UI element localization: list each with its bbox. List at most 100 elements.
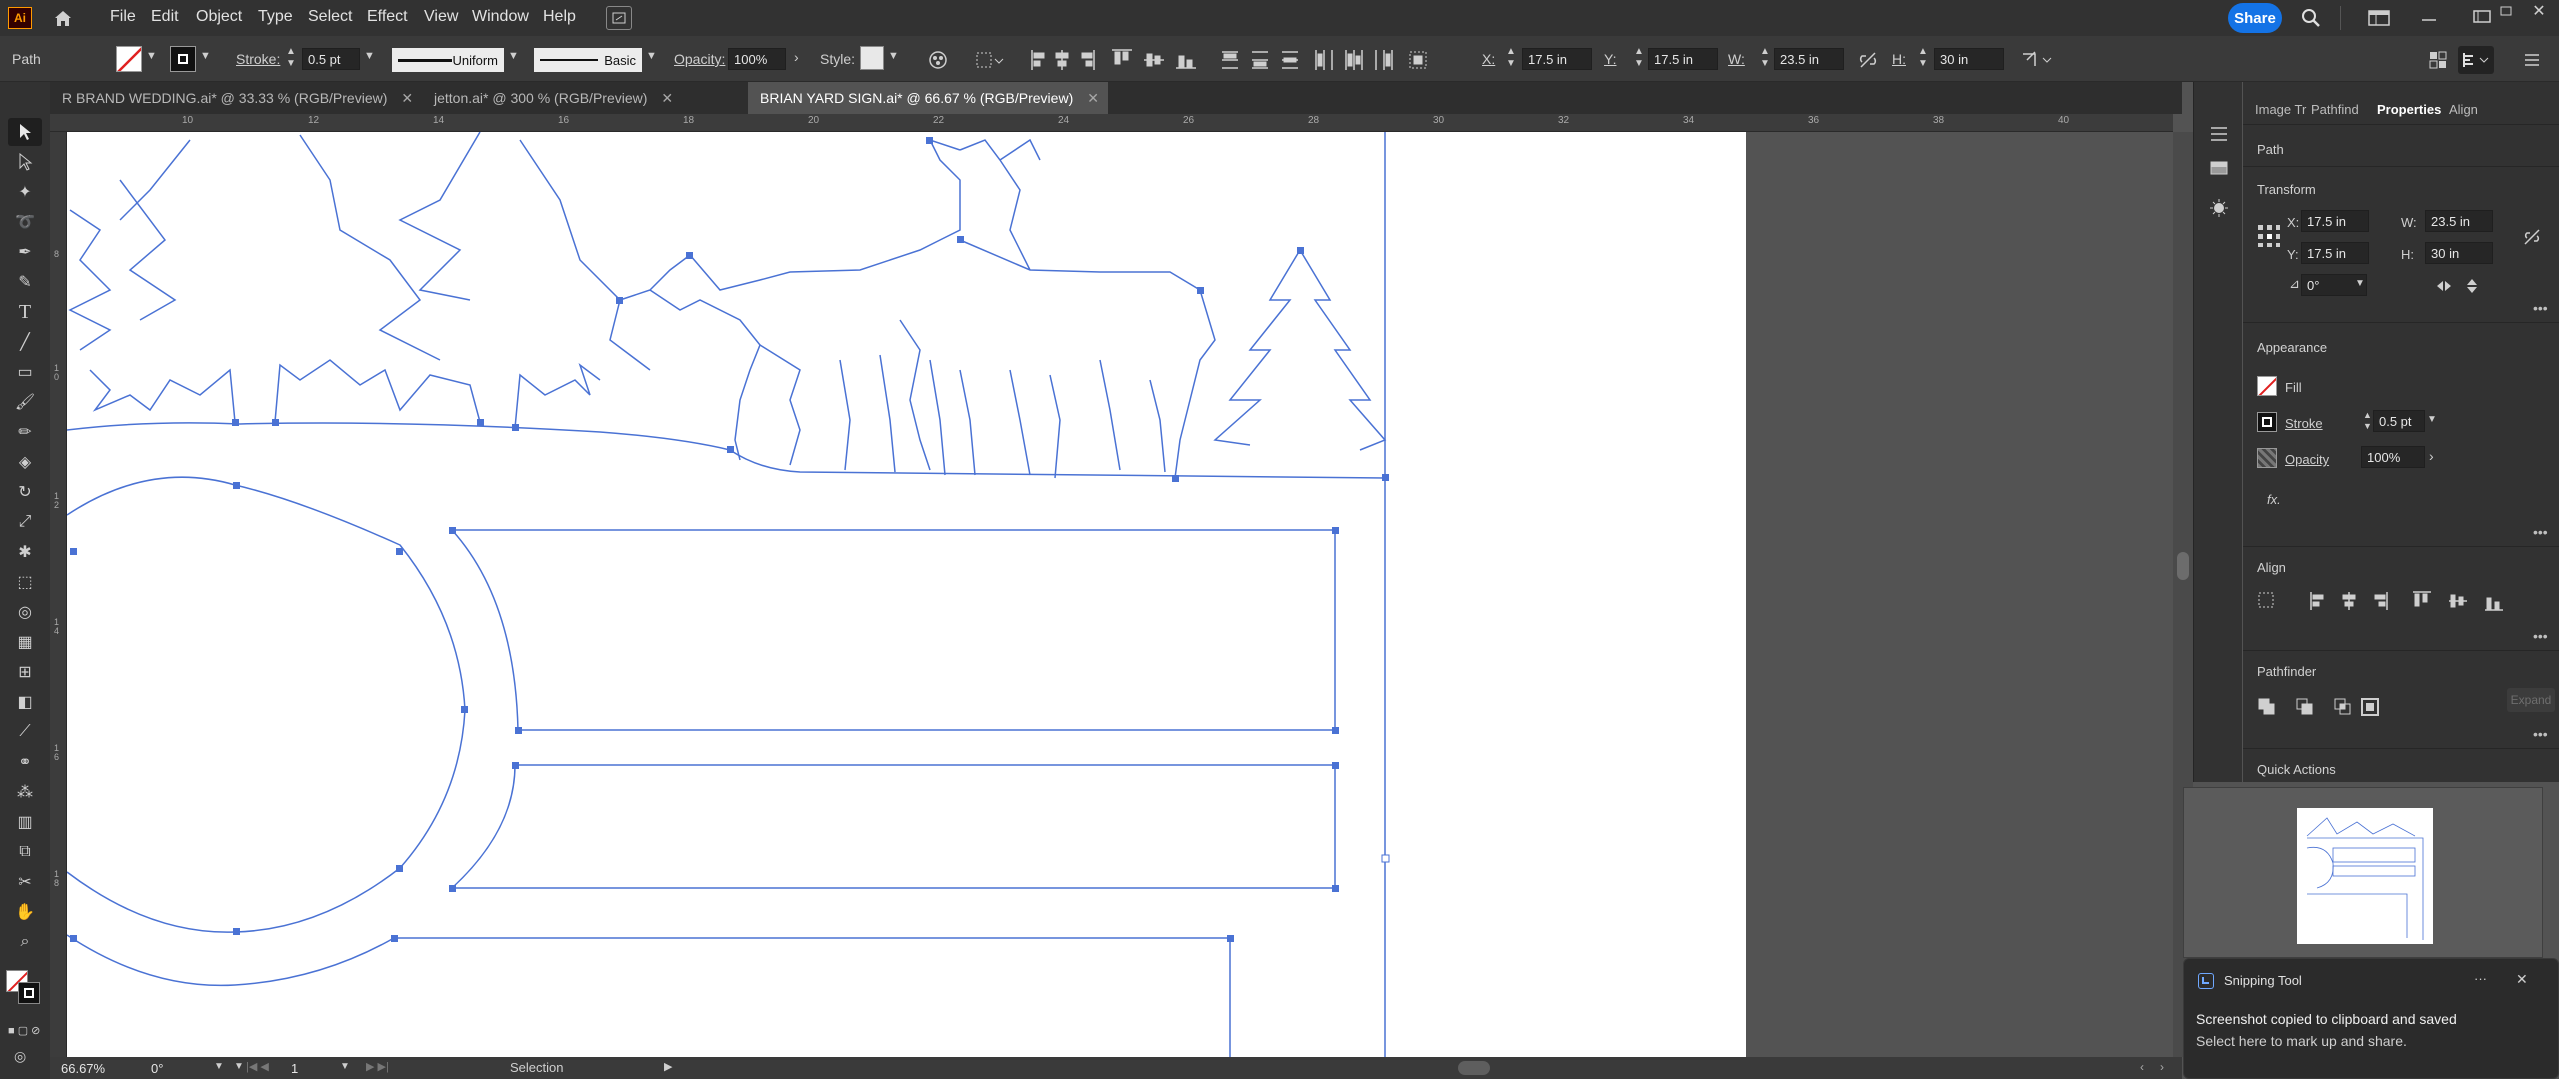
- brush-definition[interactable]: Basic: [534, 48, 642, 72]
- expand-button[interactable]: Expand: [2507, 688, 2555, 712]
- toast-more-icon[interactable]: ···: [2474, 971, 2487, 986]
- perspective-grid-tool-icon[interactable]: ▦: [8, 628, 42, 656]
- color-mode-icons[interactable]: ■ ▢ ⊘: [8, 1024, 40, 1037]
- horizontal-ruler[interactable]: 10 12 14 16 18 20 22 24 26 28 30 32 34 3…: [50, 114, 2173, 132]
- minimize-icon[interactable]: [2416, 6, 2442, 26]
- h-field[interactable]: 30 in: [1934, 48, 2004, 70]
- menu-effect[interactable]: Effect: [367, 8, 408, 26]
- panel-w-field[interactable]: 23.5 in: [2425, 210, 2493, 232]
- scroll-right-icon[interactable]: ›: [2160, 1060, 2164, 1074]
- stroke-weight-dropdown-icon[interactable]: ▼: [364, 50, 375, 62]
- paintbrush-tool-icon[interactable]: 🖌: [8, 388, 42, 416]
- menu-object[interactable]: Object: [196, 8, 242, 26]
- artboard-nav-first-icon[interactable]: |◀ ◀: [246, 1060, 269, 1073]
- stroke-weight-field[interactable]: 0.5 pt: [302, 48, 360, 70]
- variable-width-profile[interactable]: Uniform: [392, 48, 504, 72]
- y-label[interactable]: Y:: [1604, 51, 1616, 67]
- profile-dropdown-icon[interactable]: ▼: [508, 50, 519, 62]
- rotation-dropdown-icon[interactable]: ▼: [234, 1061, 244, 1072]
- menu-file[interactable]: File: [110, 8, 136, 26]
- w-label[interactable]: W:: [1728, 51, 1745, 67]
- reference-point-icon[interactable]: [2257, 224, 2281, 248]
- tab-align[interactable]: Align: [2449, 102, 2478, 117]
- w-stepper-icon[interactable]: ▲ ▼: [1760, 46, 1770, 70]
- home-icon[interactable]: [50, 6, 76, 30]
- gradient-tool-icon[interactable]: ◧: [8, 688, 42, 716]
- align-icons[interactable]: [1024, 46, 1474, 74]
- opacity-arrow-icon[interactable]: ›: [794, 49, 799, 65]
- artwork-paths[interactable]: [66, 131, 1746, 1057]
- panel-stroke-swatch[interactable]: [2257, 412, 2277, 432]
- free-transform-tool-icon[interactable]: ⬚: [8, 568, 42, 596]
- flip-vertical-icon[interactable]: [2461, 276, 2483, 296]
- panel-stroke-dropdown-icon[interactable]: ▼: [2427, 414, 2437, 425]
- selection-tool-icon[interactable]: [8, 118, 42, 146]
- panel-opacity-arrow-icon[interactable]: ›: [2429, 448, 2434, 464]
- graph-tool-icon[interactable]: ▥: [8, 808, 42, 836]
- panel-opacity-label[interactable]: Opacity: [2285, 452, 2329, 467]
- tab-r-brand-wedding[interactable]: R BRAND WEDDING.ai* @ 33.33 % (RGB/Previ…: [50, 82, 420, 114]
- menu-edit[interactable]: Edit: [151, 8, 179, 26]
- pathfinder-more-icon[interactable]: •••: [2533, 726, 2548, 742]
- restore-icon[interactable]: [2470, 6, 2496, 26]
- link-proportions-icon[interactable]: [2521, 226, 2543, 248]
- zoom-tool-icon[interactable]: ⌕: [8, 928, 42, 956]
- fill-dropdown-icon[interactable]: ▼: [146, 50, 157, 62]
- tab-image-trace[interactable]: Image Tr: [2255, 102, 2306, 117]
- y-field[interactable]: 17.5 in: [1648, 48, 1718, 70]
- fill-stroke-widget[interactable]: [6, 970, 46, 1010]
- rotate-tool-icon[interactable]: ↻: [8, 478, 42, 506]
- properties-toggle-icon[interactable]: [2458, 46, 2494, 74]
- artboard-nav-last-icon[interactable]: ▶ ▶|: [366, 1060, 389, 1073]
- curvature-tool-icon[interactable]: ✎: [8, 268, 42, 296]
- artboard[interactable]: [66, 131, 1746, 1057]
- menu-type[interactable]: Type: [258, 8, 293, 26]
- puppet-warp-tool-icon[interactable]: ✱: [8, 538, 42, 566]
- zoom-dropdown-icon[interactable]: ▼: [214, 1061, 224, 1072]
- close-tab-icon[interactable]: ✕: [401, 90, 413, 106]
- pathfinder-buttons-row[interactable]: [2257, 696, 2379, 718]
- appearance-more-icon[interactable]: •••: [2533, 524, 2548, 540]
- arrange-documents-icon[interactable]: [606, 6, 632, 30]
- graphic-style-swatch[interactable]: [860, 46, 884, 70]
- panel-fill-swatch[interactable]: [2257, 376, 2277, 396]
- close-tab-icon[interactable]: ✕: [661, 90, 673, 106]
- pen-tool-icon[interactable]: ✒: [8, 238, 42, 266]
- artboard-dropdown-icon[interactable]: ▼: [340, 1061, 350, 1072]
- panel-menu-icon[interactable]: [2520, 48, 2544, 72]
- tab-jetton[interactable]: jetton.ai* @ 300 % (RGB/Preview) ✕: [422, 82, 746, 114]
- stroke-label[interactable]: Stroke:: [236, 51, 280, 67]
- mesh-tool-icon[interactable]: ⊞: [8, 658, 42, 686]
- line-tool-icon[interactable]: ╱: [8, 328, 42, 356]
- angle-dropdown-icon[interactable]: ▼: [2355, 278, 2365, 289]
- tab-pathfinder[interactable]: Pathfind: [2311, 102, 2359, 117]
- opacity-label[interactable]: Opacity:: [674, 51, 725, 67]
- constrain-proportions-icon[interactable]: [1856, 48, 1880, 72]
- h-label[interactable]: H:: [1892, 51, 1906, 67]
- rotation-field[interactable]: 0°: [146, 1058, 206, 1078]
- scale-tool-icon[interactable]: ⤢: [8, 508, 42, 536]
- stroke-dropdown-icon[interactable]: ▼: [200, 50, 211, 62]
- status-menu-arrow-icon[interactable]: ▶: [664, 1060, 672, 1073]
- tab-brian-yard-sign[interactable]: BRIAN YARD SIGN.ai* @ 66.67 % (RGB/Previ…: [748, 82, 1108, 114]
- hand-tool-icon[interactable]: ✋: [8, 898, 42, 926]
- fill-swatch[interactable]: [116, 46, 142, 72]
- drawing-mode-icon[interactable]: ◎: [14, 1048, 26, 1065]
- panel-h-field[interactable]: 30 in: [2425, 242, 2493, 264]
- workspace-switcher-icon[interactable]: [2366, 8, 2392, 28]
- type-tool-icon[interactable]: T: [8, 298, 42, 326]
- symbol-sprayer-tool-icon[interactable]: ⁂: [8, 778, 42, 806]
- transform-options-icon[interactable]: [2020, 48, 2056, 72]
- transform-more-icon[interactable]: •••: [2533, 300, 2548, 316]
- direct-selection-tool-icon[interactable]: [8, 148, 42, 176]
- y-stepper-icon[interactable]: ▲ ▼: [1634, 46, 1644, 70]
- recolor-artwork-icon[interactable]: [926, 48, 950, 72]
- libraries-icon[interactable]: [2206, 122, 2232, 146]
- close-window-icon[interactable]: ✕: [2528, 3, 2550, 20]
- scrollbar-thumb[interactable]: [2177, 552, 2189, 580]
- panel-stroke-field[interactable]: 0.5 pt: [2373, 410, 2425, 432]
- tab-properties[interactable]: Properties: [2377, 102, 2441, 117]
- toast-close-icon[interactable]: ✕: [2516, 971, 2528, 988]
- h-stepper-icon[interactable]: ▲ ▼: [1918, 46, 1928, 70]
- exclude-icon[interactable]: [2361, 698, 2379, 716]
